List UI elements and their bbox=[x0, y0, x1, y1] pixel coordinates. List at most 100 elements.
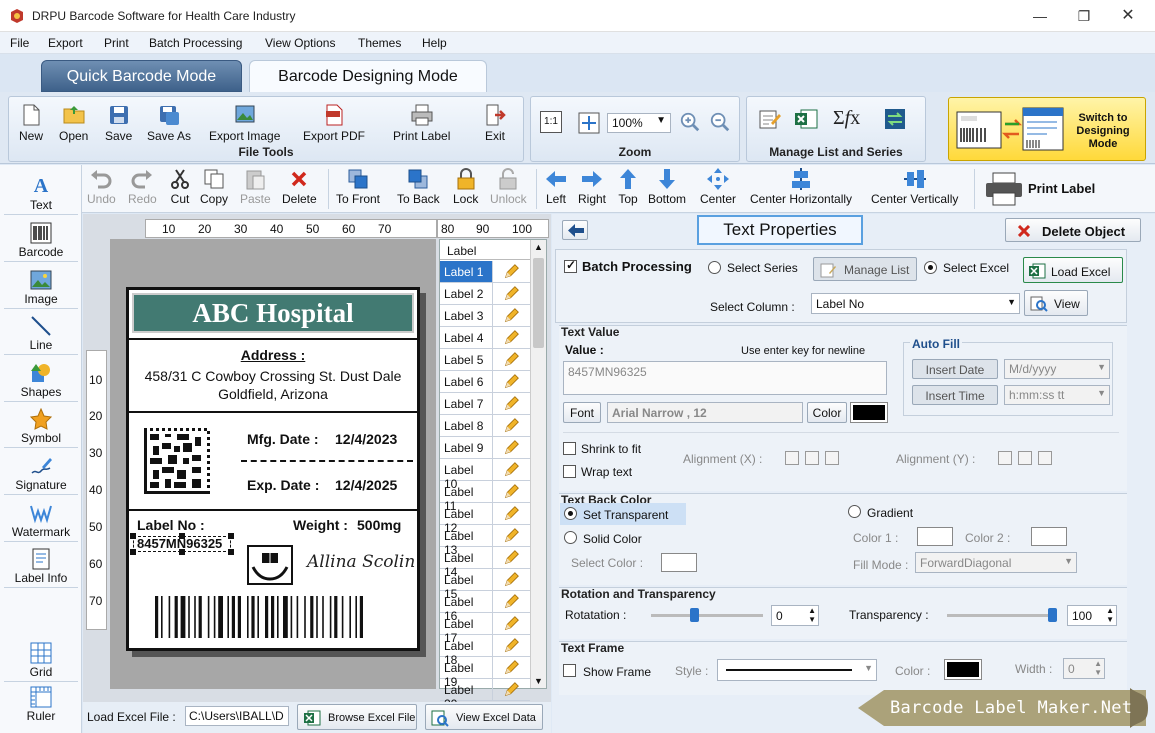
label-list-item[interactable]: Label 9 bbox=[440, 437, 530, 459]
frame-width-input[interactable]: 0 ▲ ▼ bbox=[1063, 658, 1105, 679]
print-label-button[interactable]: Print Label bbox=[393, 103, 450, 143]
align-top-button[interactable]: Top bbox=[616, 167, 640, 206]
label-edit-button[interactable] bbox=[492, 305, 530, 326]
browse-excel-button[interactable]: Browse Excel File bbox=[297, 704, 417, 730]
signature-image[interactable]: Allina Scolin bbox=[307, 552, 417, 584]
minimize-button[interactable]: — bbox=[1020, 4, 1060, 28]
weight-value[interactable]: 500mg bbox=[357, 517, 401, 533]
label-list-item[interactable]: Label 5 bbox=[440, 349, 530, 371]
align-bottom-button[interactable]: Bottom bbox=[648, 167, 686, 206]
insert-time-button[interactable]: Insert Time bbox=[912, 385, 998, 405]
print-label-toolbar-button[interactable]: Print Label bbox=[984, 169, 1104, 209]
transparency-input[interactable]: 100 ▲ ▼ bbox=[1067, 605, 1117, 626]
exp-date-value[interactable]: 12/4/2025 bbox=[335, 477, 397, 493]
view-column-button[interactable]: View bbox=[1024, 290, 1088, 316]
label-edit-button[interactable] bbox=[492, 481, 530, 502]
align-left-icon[interactable] bbox=[785, 451, 799, 465]
label-list-item[interactable]: Label 12 bbox=[440, 503, 530, 535]
selection-handle[interactable] bbox=[228, 549, 234, 555]
rotation-input[interactable]: 0 ▲ ▼ bbox=[771, 605, 819, 626]
label-edit-button[interactable] bbox=[492, 657, 530, 678]
label-edit-button[interactable] bbox=[492, 393, 530, 414]
paste-button[interactable]: Paste bbox=[240, 167, 271, 206]
handle-with-care-icon[interactable] bbox=[247, 545, 293, 585]
label-edit-button[interactable] bbox=[492, 613, 530, 634]
shapes-tool[interactable]: Shapes bbox=[4, 362, 78, 402]
label-list-item[interactable]: Label 15 bbox=[440, 569, 530, 601]
maximize-button[interactable]: ❐ bbox=[1064, 4, 1104, 28]
align-left-button[interactable]: Left bbox=[544, 167, 568, 206]
address-line-1[interactable]: 458/31 C Cowboy Crossing St. Dust Dale bbox=[129, 368, 417, 384]
to-back-button[interactable]: To Back bbox=[397, 167, 440, 206]
excel-icon[interactable] bbox=[793, 107, 819, 131]
actual-size-icon[interactable]: 1:1 bbox=[540, 111, 562, 133]
label-list-item[interactable]: Label 8 bbox=[440, 415, 530, 437]
ruler-tool[interactable]: Ruler bbox=[4, 686, 78, 725]
solid-color-radio[interactable] bbox=[564, 531, 577, 544]
label-list-item[interactable]: Label 6 bbox=[440, 371, 530, 393]
menu-themes[interactable]: Themes bbox=[358, 36, 401, 50]
save-as-button[interactable]: Save As bbox=[147, 103, 191, 143]
barcode-tool[interactable]: Barcode bbox=[4, 222, 78, 262]
export-image-button[interactable]: Export Image bbox=[209, 103, 280, 143]
back-button[interactable] bbox=[562, 220, 588, 240]
insert-date-button[interactable]: Insert Date bbox=[912, 359, 998, 379]
rotation-slider-track[interactable] bbox=[651, 614, 763, 617]
copy-button[interactable]: Copy bbox=[200, 167, 228, 206]
label-info-tool[interactable]: Label Info bbox=[4, 548, 78, 588]
open-button[interactable]: Open bbox=[59, 103, 88, 143]
label-edit-button[interactable] bbox=[492, 679, 530, 700]
gradient-color2-swatch[interactable] bbox=[1031, 527, 1067, 546]
align-right-button[interactable]: Right bbox=[578, 167, 606, 206]
select-excel-radio[interactable] bbox=[924, 261, 937, 274]
label-list-item[interactable]: Label 4 bbox=[440, 327, 530, 349]
label-edit-button[interactable] bbox=[492, 437, 530, 458]
address-line-2[interactable]: Goldfield, Arizona bbox=[129, 386, 417, 402]
label-list-item[interactable]: Label 20 bbox=[440, 679, 530, 711]
address-title[interactable]: Address : bbox=[129, 347, 417, 363]
time-format-dropdown[interactable]: h:mm:ss tt ▼ bbox=[1004, 385, 1110, 405]
selection-handle[interactable] bbox=[179, 549, 185, 555]
scrollbar-thumb[interactable] bbox=[533, 258, 544, 348]
transparency-slider-thumb[interactable] bbox=[1048, 608, 1057, 622]
label-no-label[interactable]: Label No : bbox=[137, 517, 205, 533]
fill-mode-dropdown[interactable]: ForwardDiagonal ▼ bbox=[915, 552, 1077, 573]
label-edit-button[interactable] bbox=[492, 525, 530, 546]
wrap-text-checkbox[interactable] bbox=[563, 465, 576, 478]
menu-export[interactable]: Export bbox=[48, 36, 83, 50]
label-list-item[interactable]: Label 2 bbox=[440, 283, 530, 305]
selection-handle[interactable] bbox=[179, 533, 185, 539]
line-tool[interactable]: Line bbox=[4, 315, 78, 355]
align-center-icon[interactable] bbox=[805, 451, 819, 465]
label-edit-button[interactable] bbox=[492, 459, 530, 480]
frame-color-swatch[interactable] bbox=[944, 659, 982, 680]
new-button[interactable]: New bbox=[19, 103, 43, 143]
label-list-item[interactable]: Label 3 bbox=[440, 305, 530, 327]
label-list-item[interactable]: Label 13 bbox=[440, 525, 530, 557]
zoom-select[interactable]: 100% ▼ bbox=[607, 113, 671, 133]
color-button[interactable]: Color bbox=[807, 402, 847, 423]
cut-button[interactable]: Cut bbox=[168, 167, 192, 206]
view-excel-data-button[interactable]: View Excel Data bbox=[425, 704, 543, 730]
fit-to-window-icon[interactable] bbox=[577, 111, 601, 135]
tab-barcode-designing-mode[interactable]: Barcode Designing Mode bbox=[249, 60, 487, 92]
switch-to-designing-mode-button[interactable]: Switch to Designing Mode bbox=[948, 97, 1146, 161]
label-list-item[interactable]: Label 10 bbox=[440, 459, 530, 491]
label-edit-button[interactable] bbox=[492, 569, 530, 590]
menu-help[interactable]: Help bbox=[422, 36, 447, 50]
label-list-item[interactable]: Label 16 bbox=[440, 591, 530, 623]
label-edit-button[interactable] bbox=[492, 349, 530, 370]
redo-button[interactable]: Redo bbox=[128, 167, 157, 206]
label-edit-button[interactable] bbox=[492, 327, 530, 348]
label-list-item[interactable]: Label 19 bbox=[440, 657, 530, 689]
selection-handle[interactable] bbox=[130, 549, 136, 555]
font-button[interactable]: Font bbox=[563, 402, 601, 423]
shrink-to-fit-checkbox[interactable] bbox=[563, 442, 576, 455]
delete-button[interactable]: Delete bbox=[282, 167, 317, 206]
select-series-radio[interactable] bbox=[708, 261, 721, 274]
watermark-tool[interactable]: Watermark bbox=[4, 502, 78, 542]
gradient-radio[interactable] bbox=[848, 505, 861, 518]
menu-print[interactable]: Print bbox=[104, 36, 129, 50]
batch-processing-checkbox[interactable]: ✓ bbox=[564, 258, 577, 273]
signature-tool[interactable]: Signature bbox=[4, 455, 78, 495]
